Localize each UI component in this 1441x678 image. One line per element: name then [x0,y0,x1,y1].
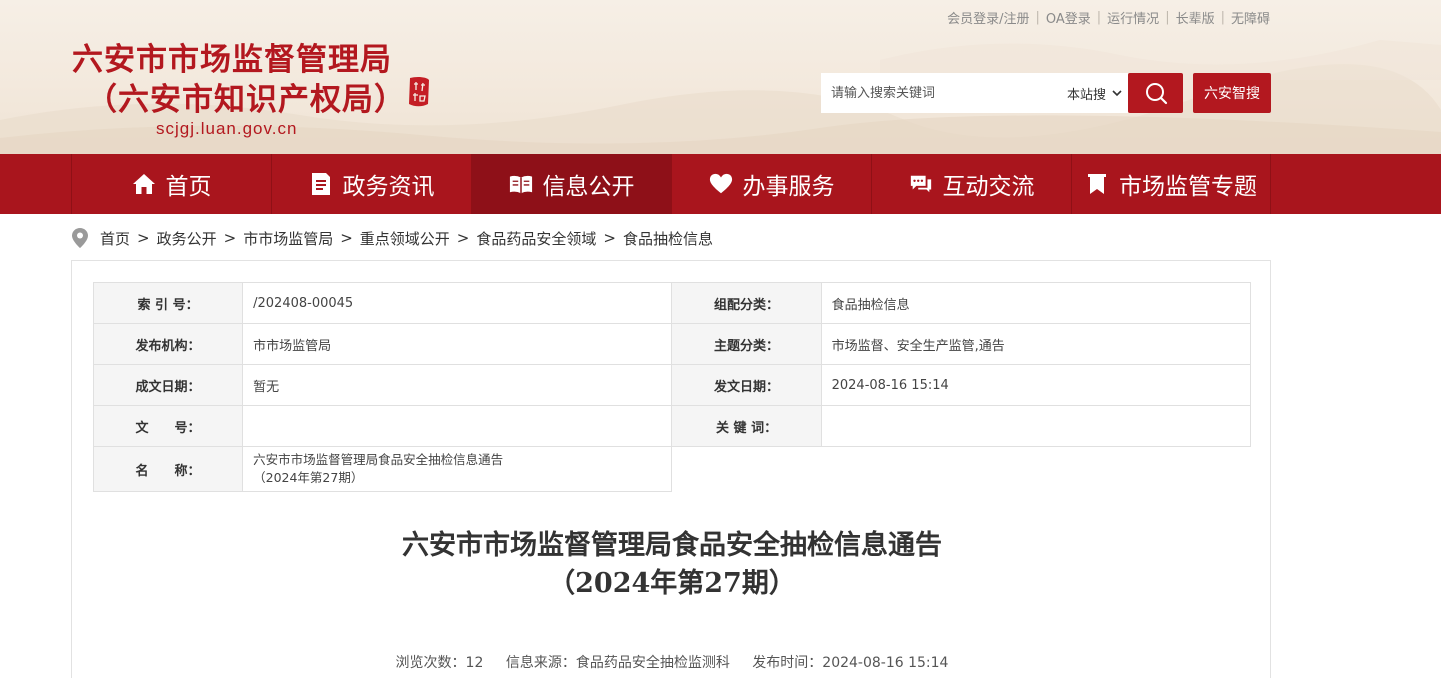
breadcrumb: 首页 > 政务公开 > 市市场监管局 > 重点领域公开 > 食品药品安全领域 >… [72,226,713,250]
document-icon [309,172,333,196]
meta-value-issued: 2024-08-16 15:14 [820,364,1252,406]
publish-time: 发布时间：2024-08-16 15:14 [752,655,949,671]
article-title-line2: （2024年第27期） [548,568,796,599]
seal-icon [409,76,429,107]
empty-cell [672,447,1251,492]
nav-label: 首页 [165,174,212,200]
nav-item-interaction[interactable]: 互动交流 [871,154,1071,214]
separator: | [1165,10,1170,25]
article-container: 索 引 号： /202408-00045 组配分类： 食品抽检信息 发布机构： … [71,260,1271,678]
member-login-link[interactable]: 会员登录/注册 [947,8,1029,27]
meta-value-created: 暂无 [242,364,673,406]
breadcrumb-separator: > [223,229,237,247]
search-scope-label: 本站搜 [1066,87,1106,103]
separator: | [1096,10,1102,25]
meta-value-category: 食品抽检信息 [820,282,1252,324]
meta-key-keywords: 关 键 词： [671,405,822,447]
breadcrumb-food-drug[interactable]: 食品药品安全领域 [476,228,596,249]
table-row: 发布机构： 市市场监管局 主题分类： 市场监督、安全生产监管,通告 [92,323,1252,365]
separator: | [1035,10,1040,25]
search-icon [1145,83,1167,105]
heart-icon [709,172,733,196]
view-count: 浏览次数：12 [395,655,484,671]
search-scope-select[interactable]: 本站搜 [1067,73,1122,113]
separator: | [1220,10,1225,25]
meta-key-topic: 主题分类： [671,323,822,365]
nav-label: 市场监管专题 [1119,174,1257,200]
meta-key-name: 名 称： [92,446,244,492]
meta-name-line2: （2024年第27期） [253,470,364,485]
breadcrumb-separator: > [603,229,616,247]
nav-label: 办事服务 [742,174,835,200]
meta-value-index-no: /202408-00045 [242,282,673,324]
article-title-line1: 六安市市场监督管理局食品安全抽检信息通告 [402,530,942,561]
smart-search-button[interactable]: 六安智搜 [1193,73,1271,113]
main-nav: 首页 政务资讯 信息公开 办事服务 互动交流 市场监管专题 [0,154,1441,214]
meta-value-name: 六安市市场监督管理局食品安全抽检信息通告 （2024年第27期） [242,446,673,492]
meta-key-doc-no: 文 号： [92,405,244,447]
book-icon [509,172,533,196]
nav-label: 互动交流 [942,174,1035,200]
info-source: 信息来源：食品药品安全抽检监测科 [505,655,730,671]
logo-title-line2: （六安市知识产权局） [86,82,406,118]
location-pin-icon [72,228,88,248]
logo-title-line1: 六安市市场监督管理局 [72,42,392,78]
breadcrumb-separator: > [137,229,150,247]
top-links: 会员登录/注册 | OA登录 | 运行情况 | 长辈版 | 无障碍 [947,8,1270,27]
breadcrumb-key-areas[interactable]: 重点领域公开 [360,228,450,249]
search-button[interactable] [1128,73,1183,113]
meta-key-created: 成文日期： [92,364,244,406]
meta-value-keywords [820,405,1252,447]
breadcrumb-food-inspection[interactable]: 食品抽检信息 [623,228,713,249]
breadcrumb-separator: > [340,229,353,247]
site-logo-title[interactable]: 六安市市场监督管理局 （六安市知识产权局） [72,40,406,120]
nav-item-services[interactable]: 办事服务 [671,154,871,214]
meta-name-line1: 六安市市场监督管理局食品安全抽检信息通告 [253,452,504,467]
nav-label: 信息公开 [542,174,635,200]
nav-item-news[interactable]: 政务资讯 [271,154,471,214]
home-icon [132,172,156,196]
oa-login-link[interactable]: OA登录 [1046,8,1091,27]
header: 会员登录/注册 | OA登录 | 运行情况 | 长辈版 | 无障碍 六安市市场监… [0,0,1441,154]
table-row: 成文日期： 暂无 发文日期： 2024-08-16 15:14 [92,364,1252,406]
elder-version-link[interactable]: 长辈版 [1176,8,1215,27]
meta-value-doc-no [242,405,673,447]
nav-label: 政务资讯 [342,174,435,200]
meta-key-index-no: 索 引 号： [92,282,244,324]
table-row: 名 称： 六安市市场监督管理局食品安全抽检信息通告 （2024年第27期） [92,446,1251,492]
nav-item-topics[interactable]: 市场监管专题 [1071,154,1271,214]
chat-icon [909,172,933,196]
article-info: 浏览次数：12 信息来源：食品药品安全抽检监测科 发布时间：2024-08-16… [72,652,1272,672]
breadcrumb-gov-affairs[interactable]: 政务公开 [157,228,217,249]
table-row: 索 引 号： /202408-00045 组配分类： 食品抽检信息 [92,282,1252,324]
meta-value-publisher: 市市场监管局 [242,323,673,365]
search-box: 本站搜 [821,73,1128,113]
meta-value-topic: 市场监督、安全生产监管,通告 [820,323,1252,365]
nav-item-home[interactable]: 首页 [71,154,271,214]
table-row: 文 号： 关 键 词： [92,405,1252,447]
meta-key-publisher: 发布机构： [92,323,244,365]
article-title: 六安市市场监督管理局食品安全抽检信息通告 （2024年第27期） [72,527,1272,603]
chevron-down-icon [1112,87,1122,100]
bookmark-icon [1085,172,1109,196]
operation-status-link[interactable]: 运行情况 [1107,8,1159,27]
accessibility-link[interactable]: 无障碍 [1231,8,1270,27]
breadcrumb-bureau[interactable]: 市市场监管局 [243,228,333,249]
breadcrumb-home[interactable]: 首页 [100,228,130,249]
site-domain: scjgj.luan.gov.cn [156,119,298,138]
search-input[interactable] [821,74,1041,112]
nav-item-info-disclosure[interactable]: 信息公开 [471,154,671,214]
metadata-table: 索 引 号： /202408-00045 组配分类： 食品抽检信息 发布机构： … [92,282,1252,492]
meta-key-category: 组配分类： [671,282,822,324]
breadcrumb-separator: > [456,229,470,247]
meta-key-issued: 发文日期： [671,364,822,406]
